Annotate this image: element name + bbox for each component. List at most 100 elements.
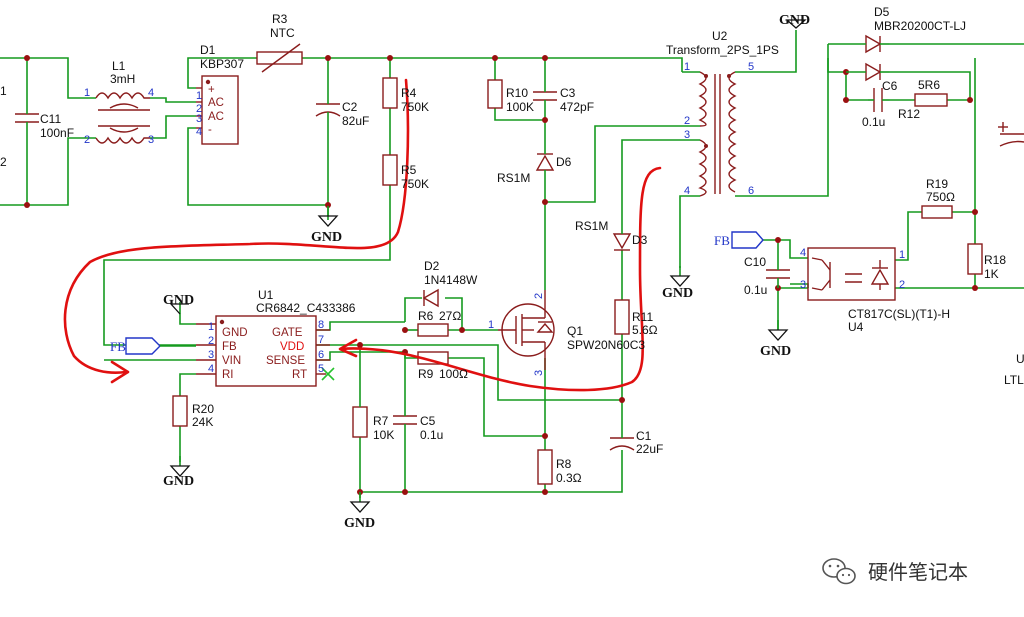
c3-value: 472pF <box>560 100 594 114</box>
r4-ref: R4 <box>401 86 417 100</box>
r4-value: 750K <box>401 100 429 114</box>
resistor-r18 <box>967 243 983 275</box>
capacitor-c5 <box>393 408 417 432</box>
d1-pin-ac1: AC <box>208 97 224 109</box>
u1-pin-ri: RI <box>222 369 234 381</box>
ground-symbol <box>670 265 690 287</box>
svg-text:3: 3 <box>533 370 545 376</box>
svg-text:4: 4 <box>208 363 214 375</box>
c2-value: 82uF <box>342 114 369 128</box>
resistor-r4 <box>382 77 398 109</box>
svg-text:3: 3 <box>800 279 806 291</box>
svg-text:4: 4 <box>196 126 202 138</box>
r19-value: 750Ω <box>926 190 955 204</box>
c5-value: 0.1u <box>420 428 443 442</box>
svg-text:7: 7 <box>318 334 324 346</box>
gnd-label: GND <box>760 344 791 359</box>
r20-ref: R20 <box>192 402 214 416</box>
u1-pin-sense: SENSE <box>266 355 305 367</box>
d3-ref: D3 <box>632 233 648 247</box>
svg-text:2: 2 <box>208 335 214 347</box>
capacitor-c2 <box>315 96 341 124</box>
c11-ref: C11 <box>40 112 61 126</box>
fb-net-flag <box>731 231 764 249</box>
gnd-label: GND <box>163 474 194 489</box>
r18-ref: R18 <box>984 253 1006 267</box>
u1-pin-gnd: GND <box>222 327 248 339</box>
svg-text:1: 1 <box>196 90 202 102</box>
diode-d6 <box>535 150 555 172</box>
r5-value: 750K <box>401 177 429 191</box>
diode-d5 <box>846 34 890 82</box>
gnd-label: GND <box>779 13 810 28</box>
edge-fragment: U <box>1016 352 1024 366</box>
svg-text:1: 1 <box>84 87 90 99</box>
r19-ref: R19 <box>926 177 948 191</box>
l1-value: 3mH <box>110 72 135 86</box>
u1-pin-rt: RT <box>292 369 307 381</box>
svg-text:2: 2 <box>84 134 90 146</box>
schematic-canvas: C11 100nF L1 3mH D1 KBP307 + AC AC - R3 … <box>0 5 1024 585</box>
d1-pin-minus: - <box>208 124 212 136</box>
ground-symbol <box>170 455 190 477</box>
u2-ref: U2 <box>712 29 728 43</box>
r10-ref: R10 <box>506 86 528 100</box>
ground-symbol <box>768 319 788 341</box>
resistor-r10 <box>487 79 503 109</box>
svg-text:3: 3 <box>684 129 690 141</box>
diode-d2 <box>422 288 439 308</box>
svg-text:1: 1 <box>684 61 690 73</box>
resistor-r8 <box>537 449 553 485</box>
svg-text:1: 1 <box>488 319 494 331</box>
r6-ref: R6 <box>418 309 434 323</box>
r12-label: 5R6 <box>918 78 940 92</box>
q1-ref: Q1 <box>567 324 583 338</box>
d1-value: KBP307 <box>200 57 244 71</box>
capacitor-c1 <box>609 428 635 451</box>
svg-text:8: 8 <box>318 319 324 331</box>
r7-ref: R7 <box>373 414 389 428</box>
u1-value: CR6842_C433386 <box>256 301 356 315</box>
c2-ref: C2 <box>342 100 358 114</box>
fb-label: FB <box>714 233 730 248</box>
u4-value: CT817C(SL)(T1)-H <box>848 307 950 321</box>
c1-ref: C1 <box>636 429 652 443</box>
svg-text:2: 2 <box>684 115 690 127</box>
gnd-label: GND <box>163 293 194 308</box>
svg-text:5: 5 <box>748 61 754 73</box>
d1-ref: D1 <box>200 43 216 57</box>
u4-ref: U4 <box>848 320 864 334</box>
bridge-rectifier-d1 <box>196 75 239 145</box>
r18-value: 1K <box>984 267 999 281</box>
resistor-r12 <box>914 93 948 107</box>
gnd-label: GND <box>344 516 375 531</box>
svg-text:4: 4 <box>684 185 690 197</box>
r3-value: NTC <box>270 26 295 40</box>
d2-ref: D2 <box>424 259 440 273</box>
u1-ref: U1 <box>258 288 274 302</box>
capacitor-c3 <box>533 86 557 108</box>
d2-value: 1N4148W <box>424 273 478 287</box>
fb-net-flag <box>125 337 196 355</box>
svg-text:2: 2 <box>899 279 905 291</box>
transformer-u2 <box>698 71 737 197</box>
c11-value: 100nF <box>40 126 74 140</box>
svg-text:6: 6 <box>318 349 324 361</box>
r9-ref: R9 <box>418 367 434 381</box>
edge-fragment: LTL <box>1004 373 1024 387</box>
d5-ref: D5 <box>874 5 890 19</box>
d6-ref: D6 <box>556 155 572 169</box>
capacitor-c10 <box>766 262 790 288</box>
optocoupler-u4 <box>807 247 896 301</box>
r8-value: 0.3Ω <box>556 471 582 485</box>
u1-pin-vdd: VDD <box>280 341 304 353</box>
r8-ref: R8 <box>556 457 572 471</box>
c6-ref: C6 <box>882 79 898 93</box>
diode-d3 <box>612 225 632 251</box>
ground-symbol <box>318 205 338 227</box>
ground-symbol <box>350 491 370 513</box>
r5-ref: R5 <box>401 163 417 177</box>
gnd-labels: GND GND GND GND GND GND GND <box>163 13 810 531</box>
r3-ref: R3 <box>272 12 288 26</box>
c10-ref: C10 <box>744 255 766 269</box>
